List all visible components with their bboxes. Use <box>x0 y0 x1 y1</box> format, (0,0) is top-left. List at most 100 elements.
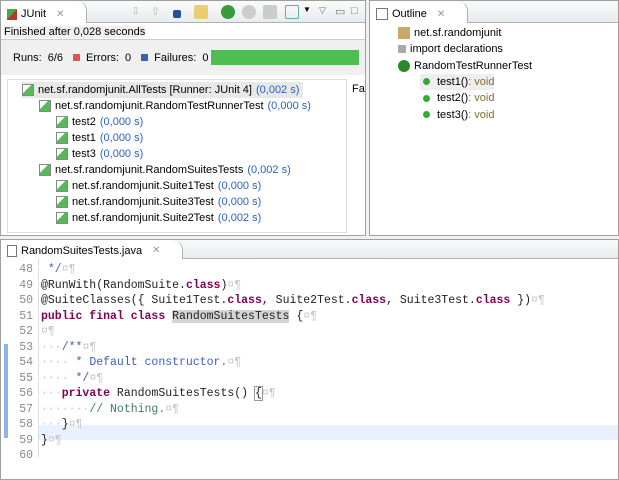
line-number: 54 <box>19 356 33 369</box>
line-number: 59 <box>19 433 33 447</box>
test-suite-ok-icon <box>22 84 34 96</box>
test-time: (0,000 s) <box>99 148 144 160</box>
tab-outline[interactable]: Outline ✕ <box>370 1 469 23</box>
test-name: net.sf.randomjunit.RandomTestRunnerTest <box>55 100 264 112</box>
line-number: 57 <box>19 402 33 416</box>
outline-item[interactable]: test2() : void <box>420 90 494 106</box>
outline-label: test3() <box>437 108 469 121</box>
outline-label: RandomTestRunnerTest <box>414 59 533 72</box>
outline-type: : void <box>468 108 495 121</box>
runs-label: Runs: <box>13 51 42 64</box>
line-number: 52 <box>19 325 33 338</box>
test-name: test2 <box>72 116 96 128</box>
outline-item[interactable]: test1() : void <box>420 73 495 90</box>
code-editor[interactable]: 48 */¤¶ 49 @RunWith(RandomSuite.class)¤¶ 50… <box>1 258 618 479</box>
outline-item[interactable]: RandomTestRunnerTest <box>398 58 532 74</box>
test-tree-item[interactable]: test3 (0,000 s) <box>56 146 143 162</box>
test-suite-ok-icon <box>39 164 51 176</box>
package-icon <box>398 27 410 39</box>
test-tree-item[interactable]: test1 (0,000 s) <box>56 130 143 146</box>
test-time: (0,002 s) <box>217 212 262 224</box>
junit-counters: Runs: 6/6 Errors: 0 Failures: 0 <box>1 39 365 75</box>
tab-label: Outline <box>392 8 427 20</box>
test-tree-item[interactable]: net.sf.randomjunit.RandomTestRunnerTest(… <box>39 98 311 114</box>
line-number: 48 <box>19 263 33 276</box>
close-icon[interactable]: ✕ <box>152 245 160 256</box>
errors-value: 0 <box>125 51 132 64</box>
runs-value: 6/6 <box>47 51 64 64</box>
outline-type: : void <box>468 92 495 105</box>
test-tree-item[interactable]: net.sf.randomjunit.Suite2Test (0,002 s) <box>56 210 261 226</box>
rerun-failed-icon[interactable] <box>242 5 256 19</box>
code-line: }¤¶ <box>41 433 62 447</box>
failure-trace-label: Fa <box>352 83 365 95</box>
tab-randomsuitestests-java[interactable]: RandomSuitesTests.java ✕ <box>1 240 184 259</box>
test-tree-item[interactable]: net.sf.randomjunit.AllTests [Runner: JUn… <box>22 82 304 98</box>
imports-icon <box>398 45 406 54</box>
minimize-icon[interactable]: ▭ <box>335 5 349 19</box>
test-name: test3 <box>72 148 96 160</box>
code-line: ···private RandomSuitesTests() {¤¶ <box>41 386 276 401</box>
test-time: (0,000 s) <box>267 100 311 112</box>
outline-item[interactable]: import declarations <box>398 41 503 57</box>
test-tree-item[interactable]: test2 (0,000 s) <box>56 114 143 130</box>
outline-label: net.sf.randomjunit <box>414 27 502 39</box>
test-ok-icon <box>56 148 68 160</box>
scroll-lock-icon[interactable] <box>194 5 208 19</box>
code-line: ···· * Default constructor.¤¶ <box>41 356 242 369</box>
tab-label: JUnit <box>21 8 47 20</box>
stop-icon[interactable] <box>263 5 277 19</box>
progress-fill <box>211 50 359 65</box>
method-icon <box>423 111 430 118</box>
close-icon[interactable]: ✕ <box>56 9 64 20</box>
test-tree: net.sf.randomjunit.AllTests [Runner: JUn… <box>7 79 347 233</box>
line-number: 51 <box>19 309 33 323</box>
tab-junit[interactable]: JUnit ✕ <box>1 1 88 23</box>
outline-item[interactable]: test3() : void <box>420 107 494 123</box>
outline-type: : void <box>468 75 495 88</box>
code-line: */¤¶ <box>41 263 76 276</box>
test-name: net.sf.randomjunit.Suite2Test <box>72 212 214 224</box>
class-icon <box>398 59 410 72</box>
code-line: public final class RandomSuitesTests {¤¶ <box>41 309 318 323</box>
editor-view: RandomSuitesTests.java ✕ 48 */¤¶ 49 @RunWi… <box>0 239 619 480</box>
test-time: (0,000 s) <box>99 116 144 128</box>
test-ok-icon <box>56 116 68 128</box>
view-menu-icon[interactable]: ▽ <box>319 5 333 19</box>
code-line: @RunWith(RandomSuite.class)¤¶ <box>41 278 242 292</box>
line-number: 53 <box>19 340 33 354</box>
test-time: (0,002 s) <box>247 164 291 176</box>
previous-failure-icon[interactable]: ⇧ <box>151 5 165 19</box>
tab-label: RandomSuitesTests.java <box>21 244 143 257</box>
test-ok-icon <box>56 180 68 192</box>
outline-label: test2() <box>437 92 469 105</box>
line-number: 60 <box>19 449 33 462</box>
failure-icon <box>141 54 149 61</box>
code-line: ···}¤¶ <box>41 418 83 431</box>
rerun-icon[interactable] <box>221 5 235 19</box>
junit-view: JUnit ✕ ⇩ ⇧ ▼ ▽ ▭ □ Finished after 0,028… <box>0 0 366 236</box>
junit-icon <box>7 8 17 20</box>
outline-label: import declarations <box>410 43 503 56</box>
history-dropdown-icon[interactable]: ▼ <box>303 5 317 19</box>
test-tree-item[interactable]: net.sf.randomjunit.RandomSuitesTests (0,0… <box>39 162 291 178</box>
error-icon <box>73 54 81 61</box>
test-name: net.sf.randomjunit.Suite3Test <box>72 196 214 208</box>
outline-item[interactable]: net.sf.randomjunit <box>398 25 501 41</box>
java-file-icon <box>7 244 17 257</box>
junit-tabbar: JUnit ✕ ⇩ ⇧ ▼ ▽ ▭ □ <box>1 1 365 23</box>
maximize-icon[interactable]: □ <box>351 5 365 19</box>
method-icon <box>423 78 430 86</box>
next-failure-icon[interactable]: ⇩ <box>131 5 145 19</box>
code-line: ···/**¤¶ <box>41 340 97 354</box>
history-icon[interactable] <box>285 5 299 19</box>
outline-tabbar: Outline ✕ <box>370 1 618 23</box>
close-icon[interactable]: ✕ <box>437 9 445 20</box>
test-time: (0,002 s) <box>255 84 300 96</box>
gutter-divider <box>38 258 39 457</box>
editor-tabbar: RandomSuitesTests.java ✕ <box>1 240 618 259</box>
test-tree-item[interactable]: net.sf.randomjunit.Suite1Test (0,000 s) <box>56 178 261 194</box>
test-tree-item[interactable]: net.sf.randomjunit.Suite3Test (0,000 s) <box>56 194 261 210</box>
line-number: 56 <box>19 387 33 400</box>
failures-only-icon[interactable] <box>173 10 181 18</box>
